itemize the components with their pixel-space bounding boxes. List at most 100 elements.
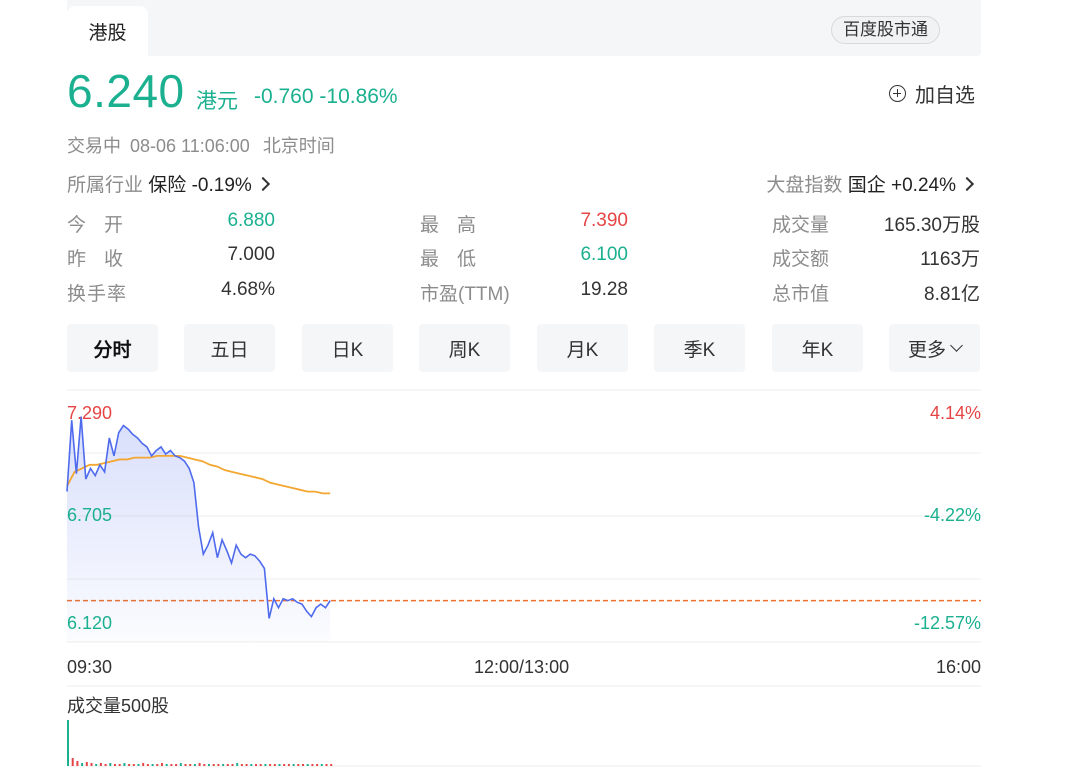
stat-value-volume: 165.30万股 <box>883 215 980 236</box>
volume-bar <box>240 764 243 766</box>
volume-bar <box>264 764 267 766</box>
volume-bar <box>104 764 107 766</box>
add-watchlist-button[interactable]: 加自选 <box>889 79 975 108</box>
volume-bar <box>259 764 262 766</box>
stat-value-open: 6.880 <box>227 210 275 231</box>
stat-label-prev-close: 昨收 <box>67 249 142 270</box>
stat-value-high: 7.390 <box>580 210 628 231</box>
period-monthly-k-button[interactable]: 月K <box>537 324 628 372</box>
volume-bar <box>76 761 79 766</box>
stat-label-low: 最低 <box>420 249 495 270</box>
stat-value-prev-close: 7.000 <box>227 244 275 265</box>
volume-bar <box>231 764 234 766</box>
volume-bar <box>198 763 201 766</box>
volume-bar <box>95 764 98 766</box>
volume-bar <box>151 764 154 766</box>
x-tick: 16:00 <box>935 657 981 677</box>
industry-link[interactable]: 所属行业 保险 -0.19% <box>67 170 270 197</box>
stat-value-turnover-rate: 4.68% <box>221 279 275 300</box>
volume-bar <box>184 764 187 766</box>
y-right-tick: -4.22% <box>923 505 981 525</box>
change-percent: -10.86% <box>319 85 398 108</box>
volume-bar <box>81 763 84 766</box>
period-5day-button[interactable]: 五日 <box>184 324 275 372</box>
volume-bar <box>269 764 272 766</box>
add-watchlist-label: 加自选 <box>915 85 975 107</box>
stat-value-pe: 19.28 <box>580 279 628 300</box>
more-label: 更多 <box>907 339 946 361</box>
period-yearly-k-button[interactable]: 年K <box>772 324 863 372</box>
brand-badge[interactable]: 百度股市通 <box>831 16 940 44</box>
volume-bar <box>311 764 314 766</box>
stat-value-amount: 1163万 <box>920 249 980 270</box>
volume-bar <box>292 764 295 766</box>
price-area <box>67 416 331 642</box>
volume-bar <box>99 763 102 766</box>
chevron-right-icon <box>959 176 975 192</box>
stat-label-high: 最高 <box>420 215 495 236</box>
market-index-change: +0.24% <box>891 175 956 196</box>
industry-label: 所属行业 <box>67 175 144 196</box>
price-change: -0.760 -10.86% <box>254 85 398 109</box>
stat-label-amount: 成交额 <box>772 249 830 270</box>
volume-bar <box>85 762 88 766</box>
volume-bar <box>226 764 229 766</box>
current-price: 6.240 <box>67 65 185 117</box>
y-right-tick: 4.14% <box>929 403 981 423</box>
volume-bar <box>316 764 319 766</box>
market-index-name: 国企 <box>847 175 886 196</box>
volume-bars <box>67 720 333 766</box>
period-quarterly-k-button[interactable]: 季K <box>654 324 745 372</box>
volume-bar <box>250 764 253 766</box>
y-left-tick: 7.290 <box>67 403 113 423</box>
volume-bar <box>179 763 182 766</box>
x-tick: 12:00/13:00 <box>474 657 570 677</box>
volume-bar <box>142 763 145 766</box>
volume-bar <box>175 764 178 766</box>
y-left-tick: 6.705 <box>67 505 113 525</box>
stat-value-low: 6.100 <box>580 244 628 265</box>
period-more-dropdown[interactable]: 更多 <box>889 324 980 372</box>
volume-bar <box>236 763 239 766</box>
status-time: 08-06 11:06:00 <box>130 136 250 156</box>
volume-bar <box>123 763 126 766</box>
stat-label-market-cap: 总市值 <box>772 284 830 305</box>
volume-bar <box>273 764 276 766</box>
volume-bar <box>217 764 220 766</box>
volume-bar <box>306 764 309 766</box>
change-amount: -0.760 <box>254 85 314 108</box>
volume-bar <box>255 764 257 766</box>
trading-status: 交易中 08-06 11:06:00 北京时间 <box>67 132 335 158</box>
volume-bar <box>156 764 159 766</box>
tab-hk-stocks[interactable]: 港股 <box>67 6 148 56</box>
volume-bar <box>161 763 163 766</box>
plus-circle-icon <box>889 85 906 102</box>
volume-bar <box>109 763 112 766</box>
stat-value-market-cap: 8.81亿 <box>924 284 980 305</box>
average-price-line <box>66 454 331 495</box>
volume-bar <box>170 764 173 766</box>
period-intraday-button[interactable]: 分时 <box>67 324 158 372</box>
volume-bar <box>114 764 116 766</box>
volume-bar <box>193 764 196 766</box>
period-weekly-k-button[interactable]: 周K <box>419 324 510 372</box>
volume-bar <box>67 720 69 766</box>
status-state: 交易中 <box>67 136 121 156</box>
volume-bar <box>208 764 210 766</box>
volume-bar <box>287 764 290 766</box>
x-tick: 09:30 <box>67 657 113 677</box>
industry-name: 保险 <box>148 175 187 196</box>
volume-bar <box>212 764 215 766</box>
volume-label: 成交量500股 <box>67 696 170 716</box>
volume-bar <box>320 764 323 766</box>
volume-bar <box>325 764 328 766</box>
status-zone: 北京时间 <box>262 136 335 156</box>
market-index-link[interactable]: 大盘指数 国企 +0.24% <box>766 170 975 197</box>
volume-bar <box>132 764 135 766</box>
volume-bar <box>203 764 206 766</box>
stat-label-volume: 成交量 <box>772 215 830 236</box>
volume-bar <box>118 764 121 766</box>
volume-bar <box>128 764 131 766</box>
stat-label-turnover-rate: 换手率 <box>67 284 128 305</box>
period-daily-k-button[interactable]: 日K <box>302 324 393 372</box>
